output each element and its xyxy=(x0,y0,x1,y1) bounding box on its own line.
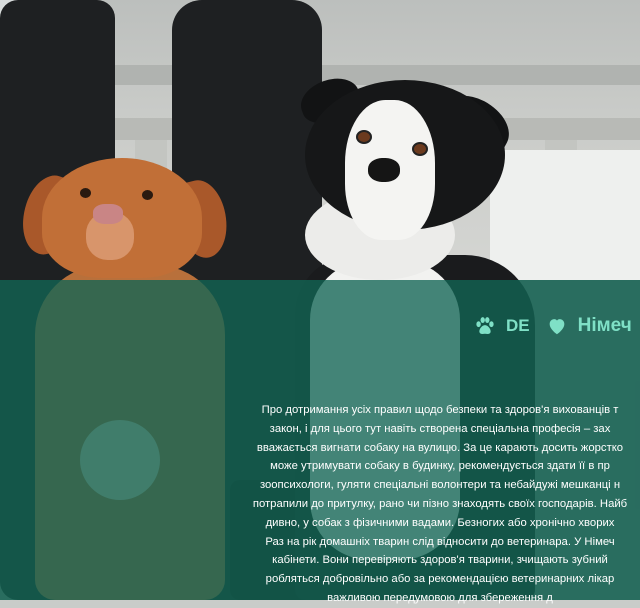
article-line: кабінети. Вони перевіряють здоров'я твар… xyxy=(272,554,608,567)
language-switch-de[interactable]: DE xyxy=(506,316,530,336)
retriever-nose xyxy=(93,204,123,224)
article-line: Про дотримання усіх правил щодо безпеки … xyxy=(261,404,619,416)
heart-icon[interactable] xyxy=(546,315,568,337)
border-collie-nose xyxy=(368,158,400,182)
border-collie-eye xyxy=(412,142,428,156)
border-collie-eye xyxy=(356,130,372,144)
article-line: важливою передумовою для збереження д xyxy=(327,591,553,604)
retriever-eye xyxy=(142,190,153,200)
article-text: Про дотримання усіх правил щодо безпеки … xyxy=(240,401,640,608)
article-line: Раз на рік домашніх тварин слід відносит… xyxy=(265,535,615,548)
article-line: закон, і для цього тут навіть створена с… xyxy=(269,422,611,435)
article-line: робляться добровільно або за рекомендаці… xyxy=(265,573,615,586)
article-line: вважається вигнати собаку на вулицю. За … xyxy=(256,441,624,454)
retriever-eye xyxy=(80,188,91,198)
bright-doorway xyxy=(490,150,640,280)
article-line: може утримувати собаку в будинку, рекоме… xyxy=(270,460,610,473)
nav-link-germany[interactable]: Німеч xyxy=(578,315,632,337)
paw-icon[interactable] xyxy=(474,315,496,337)
article-line: дивно, у собак з фізичними вадами. Безно… xyxy=(265,516,615,529)
article-line: зоопсихологи, гуляти спеціальні волонтер… xyxy=(259,479,621,492)
top-nav: DE Німеч xyxy=(474,313,632,339)
article-line: потрапили до притулку, рано чи пізно зна… xyxy=(252,497,628,510)
